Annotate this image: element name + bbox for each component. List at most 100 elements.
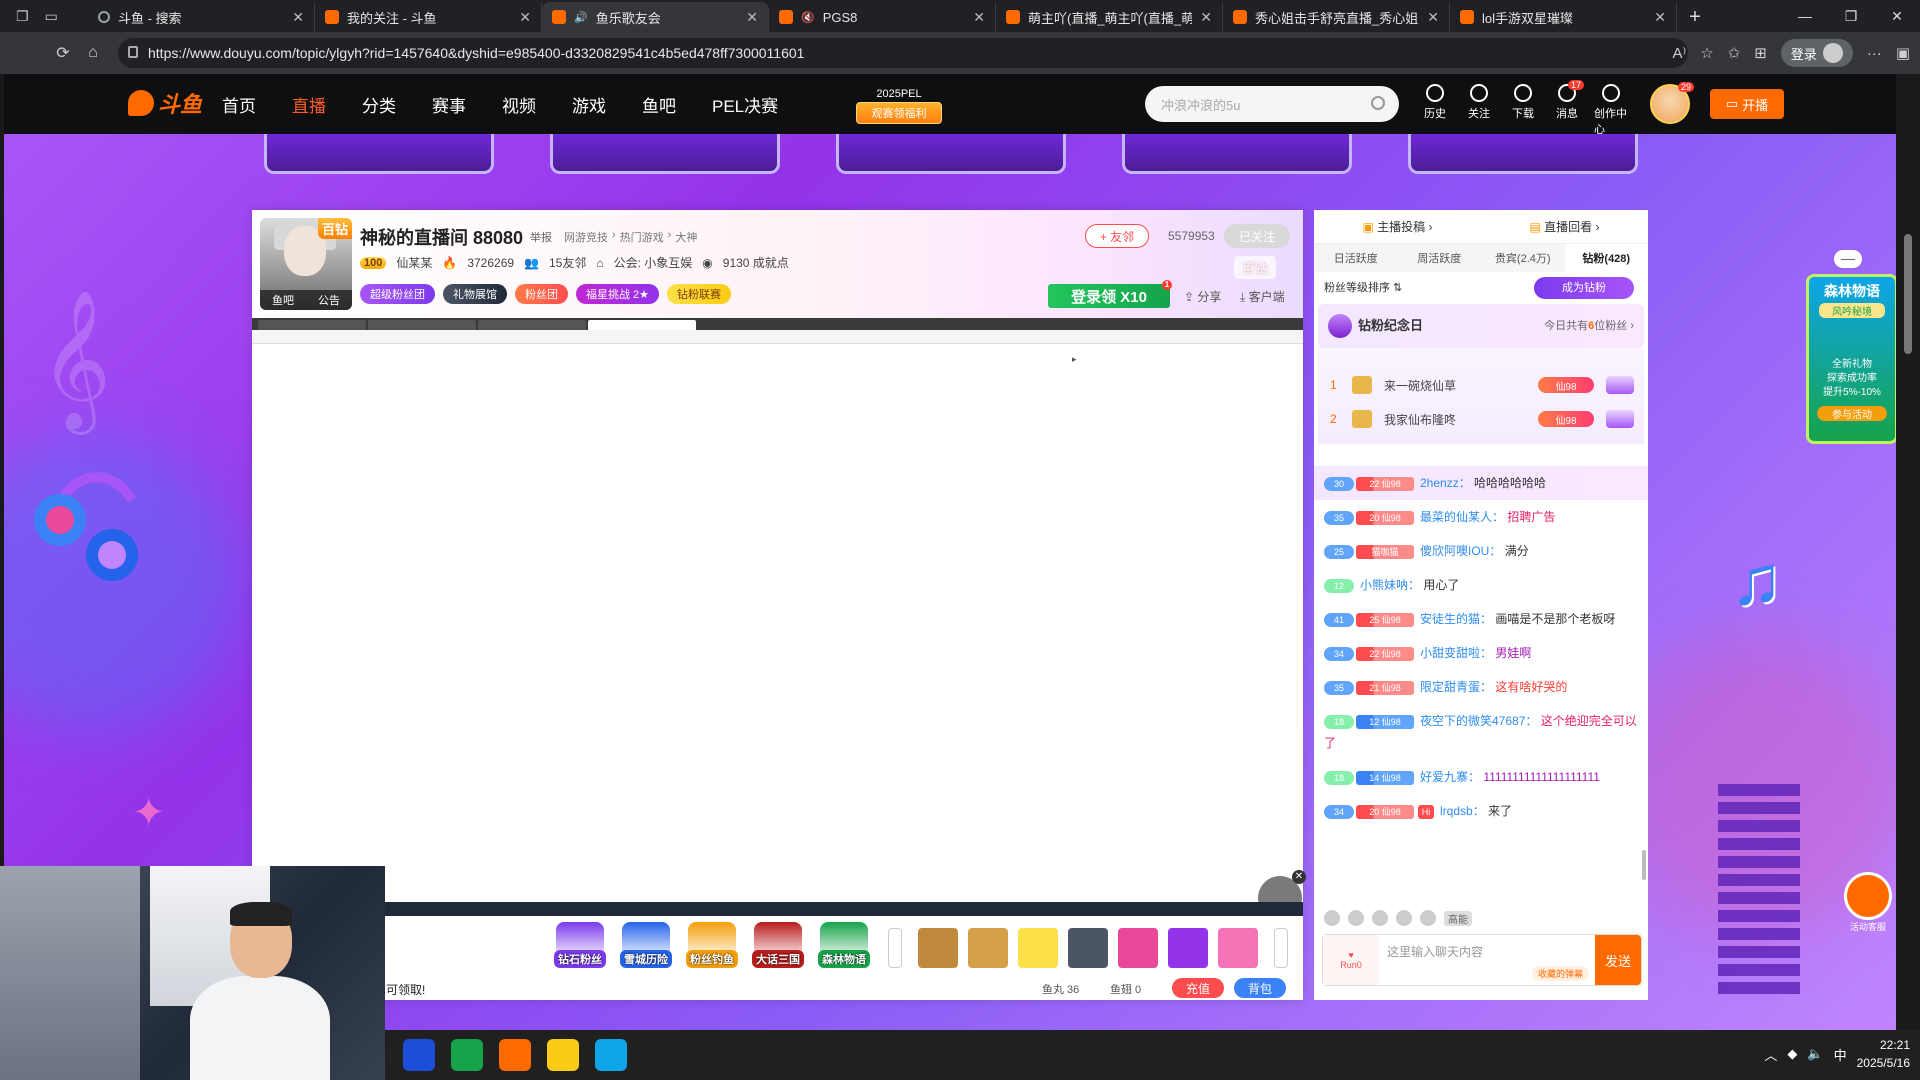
gift-game-entry[interactable]: 雪城历险 [618,922,674,968]
header-bell-button[interactable]: 17 消息 [1550,80,1584,137]
gift-item[interactable] [1068,928,1108,968]
browser-tab[interactable]: 秀心姐击手舒亮直播_秀心姐击 ✕ [1223,2,1450,32]
gift-item[interactable] [1218,928,1258,968]
taskbar-app-icon[interactable] [547,1039,579,1071]
restore-icon[interactable]: ❐ [1828,0,1874,32]
chat-username[interactable]: 最菜的仙某人 [1420,510,1492,524]
high-energy-button[interactable]: 高能 [1444,910,1472,926]
page-scrollbar[interactable] [1896,74,1920,1030]
minimize-icon[interactable]: — [1782,0,1828,32]
nav-item[interactable]: 视频 [502,92,536,117]
header-download-button[interactable]: 下载 [1506,84,1540,137]
recharge-button[interactable]: 充值 [1172,978,1224,998]
room-pill[interactable]: 超级粉丝团 [360,284,435,304]
fan-badge-selector[interactable]: ♥ Run0 [1323,935,1379,985]
shortcut-icon[interactable] [1420,910,1436,926]
pel-promo[interactable]: 2025PEL 观赛领福利 [856,88,942,124]
tab-actions-icon[interactable]: ▭ [45,8,58,25]
client-button[interactable]: ⤓ 客户端 [1240,288,1285,305]
speaker-icon[interactable] [1348,910,1364,926]
gift-item[interactable] [1168,928,1208,968]
scroll-thumb[interactable] [1904,234,1912,354]
douyu-logo[interactable]: 斗鱼 [128,86,206,120]
rank-user[interactable]: 我家仙布隆咚 [1384,411,1526,428]
taskbar-app-icon[interactable] [595,1039,627,1071]
followed-button[interactable]: 已关注 [1224,224,1290,248]
user-avatar[interactable]: 29 [1650,82,1694,124]
diamond-memorial[interactable]: 钻粉纪念日 今日共有6位粉丝 › [1318,304,1644,348]
header-history-button[interactable]: 历史 [1418,84,1452,137]
nav-item[interactable]: 游戏 [572,92,606,117]
close-icon[interactable]: ✕ [1292,870,1306,884]
clock[interactable]: 22:21 2025/5/16 [1857,1036,1910,1072]
top-card[interactable] [550,134,780,174]
friends-count[interactable]: 15友邻 [549,254,586,271]
nav-item[interactable]: 赛事 [432,92,466,117]
collections-icon[interactable]: ⊞ [1754,44,1767,62]
more-menu-icon[interactable]: ··· [1867,45,1882,62]
chat-username[interactable]: 小甜变甜啦 [1420,646,1480,660]
header-location-button[interactable]: 创作中心 [1594,84,1628,137]
pel-button[interactable]: 观赛领福利 [856,102,942,124]
room-pill[interactable]: 礼物展馆 [443,284,507,304]
speaker-muted-icon[interactable]: 🔇 [801,11,815,24]
volume-icon[interactable]: 🔈 [1807,1046,1823,1062]
close-tab-icon[interactable]: ✕ [1654,9,1666,26]
rank-tab[interactable]: 贵宾(2.4万) [1481,244,1565,272]
collapse-button[interactable]: — [1834,250,1862,268]
top-card[interactable] [264,134,494,174]
taskbar-app-icon[interactable] [451,1039,483,1071]
new-tab-button[interactable]: + [1677,2,1713,32]
rank-tab[interactable]: 钻粉(428) [1564,244,1648,272]
anchor-name[interactable]: 仙某某 [396,254,432,271]
site-search-input[interactable]: 冲浪冲浪的5u [1145,86,1399,122]
room-pill[interactable]: 粉丝团 [515,284,568,304]
gift-item[interactable] [1118,928,1158,968]
share-button[interactable]: ⇪ 分享 [1184,288,1221,305]
gift-game-entry[interactable]: 粉丝钓鱼 [684,922,740,968]
chat-username[interactable]: 小熊妹呐 [1360,578,1408,592]
breadcrumb-item[interactable]: 网游竞技 [564,229,608,245]
read-aloud-icon[interactable]: A⁾ [1672,44,1686,62]
close-tab-icon[interactable]: ✕ [292,9,304,26]
breadcrumb-item[interactable]: 大神 [675,229,697,245]
close-tab-icon[interactable]: ✕ [1427,9,1439,26]
top-card[interactable] [1408,134,1638,174]
close-window-icon[interactable]: ✕ [1874,0,1920,32]
fishbar-link[interactable]: 鱼吧 [272,292,294,308]
top-card[interactable] [836,134,1066,174]
join-event-button[interactable]: 参与活动 [1817,406,1887,421]
chat-scrollbar[interactable] [1642,850,1646,880]
replay-link[interactable]: ▤ 直播回看 › [1529,218,1599,235]
close-tab-icon[interactable]: ✕ [1200,9,1212,26]
nav-item[interactable]: PEL决赛 [712,92,778,117]
chat-username[interactable]: 2henzz [1420,476,1459,490]
notice-link[interactable]: 公告 [318,292,340,308]
app-tray-icon[interactable]: ◆ [1787,1046,1797,1062]
chat-username[interactable]: 安徒生的猫 [1420,612,1480,626]
rank-tab[interactable]: 日活跃度 [1314,244,1398,272]
become-diamond-button[interactable]: 成为钻粉 [1534,277,1634,299]
rank-row[interactable]: 2 我家仙布隆咚 仙98 [1318,402,1644,436]
browser-tab[interactable]: 我的关注 - 斗鱼 ✕ [315,2,542,32]
guild-name[interactable]: 公会: 小象互娱 [614,254,693,271]
send-button[interactable]: 发送 [1595,935,1641,985]
taskbar-app-icon[interactable] [403,1039,435,1071]
anchor-avatar[interactable]: 百钻 鱼吧 公告 [260,218,352,310]
gift-game-entry[interactable]: 森林物语 [816,922,872,968]
rank-user[interactable]: 来一碗烧仙草 [1384,377,1526,394]
breadcrumb-item[interactable]: 热门游戏 [620,229,664,245]
browser-tab[interactable]: 🔊 鱼乐歌友会 ✕ [542,2,769,32]
chat-username[interactable]: 限定甜青蛋 [1420,680,1480,694]
gift-game-entry[interactable]: 大话三国 [750,922,806,968]
room-pill[interactable]: 福星挑战 2★ [576,284,660,304]
fan-sort-label[interactable]: 粉丝等级排序 ⇅ [1324,282,1402,294]
anchor-submission-link[interactable]: ▣ 主播投稿 › [1362,218,1432,235]
gift-item[interactable] [918,928,958,968]
gift-scroll-left[interactable] [888,928,902,968]
chat-username[interactable]: 夜空下的微笑47687 [1420,714,1525,728]
browser-login-button[interactable]: 登录 [1780,39,1853,67]
login-reward-button[interactable]: 登录领 X10 1 [1048,280,1172,308]
chat-username[interactable]: lrqdsb [1440,804,1473,818]
sidebar-toggle-icon[interactable]: ▣ [1896,44,1910,62]
